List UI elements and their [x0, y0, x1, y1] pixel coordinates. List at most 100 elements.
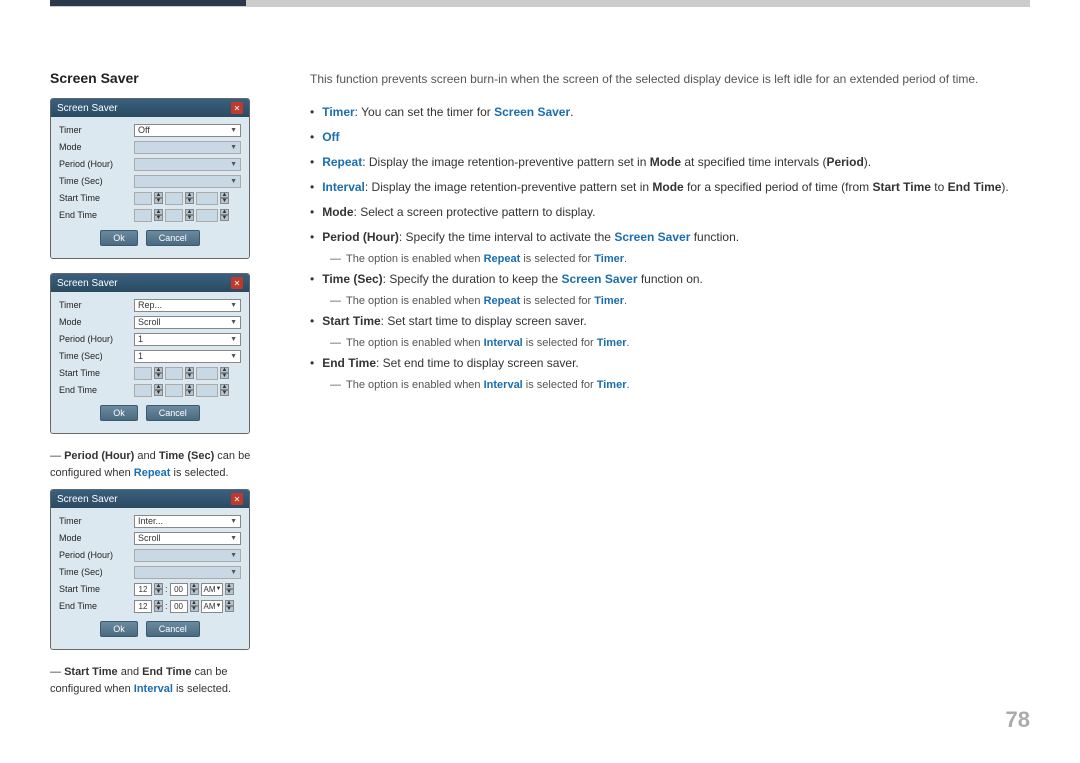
dialog-1-titlebar: Screen Saver ✕: [51, 99, 249, 117]
start-time-label: Start Time: [322, 314, 380, 328]
dialog-1-label-time: Time (Sec): [59, 176, 134, 186]
dropdown-arrow: ▼: [230, 319, 237, 326]
time-sec-label: Time (Sec): [322, 272, 382, 286]
dialog-1-row-endtime: End Time ▲ ▼ ▲ ▼: [59, 208, 241, 222]
dialog-2-label-timer: Timer: [59, 300, 134, 310]
section-title: Screen Saver: [50, 70, 270, 86]
dialog-1-cancel[interactable]: Cancel: [146, 230, 200, 246]
content-area: Screen Saver Screen Saver ✕ Timer Off ▼: [50, 70, 1030, 705]
dialog-1: Screen Saver ✕ Timer Off ▼ Mode: [50, 98, 250, 259]
d3-start-ampm[interactable]: AM▼: [201, 583, 223, 596]
dialog-2-control-timer[interactable]: Rep... ▼: [134, 299, 241, 312]
d3-end-ampm-stepper: ▲ ▼: [225, 600, 234, 613]
dialog-2-row-time: Time (Sec) 1 ▼: [59, 349, 241, 363]
mode-label: Mode: [322, 205, 353, 219]
dialog-1-ok[interactable]: Ok: [100, 230, 138, 246]
dialog-1-body: Timer Off ▼ Mode ▼ Peri: [51, 117, 249, 258]
d3-end-min[interactable]: 00: [170, 600, 188, 613]
d2-start-ampm-stepper: ▲ ▼: [220, 367, 229, 380]
dialog-2-label-time: Time (Sec): [59, 351, 134, 361]
dialog-1-control-time: ▼: [134, 175, 241, 188]
d3-end-ampm[interactable]: AM▼: [201, 600, 223, 613]
dialog-2-label-period: Period (Hour): [59, 334, 134, 344]
interval-label: Interval: [322, 180, 365, 194]
d3-start-hr-stepper: ▲ ▼: [154, 583, 163, 596]
dialog-2-row-starttime: Start Time ▲ ▼ ▲ ▼: [59, 366, 241, 380]
bullet-time-sec: Time (Sec): Specify the duration to keep…: [310, 270, 1030, 288]
left-column: Screen Saver Screen Saver ✕ Timer Off ▼: [50, 70, 270, 705]
period-label: Period (Hour): [322, 230, 399, 244]
d2-start-min-stepper: ▲ ▼: [185, 367, 194, 380]
dialog-2-row-mode: Mode Scroll ▼: [59, 315, 241, 329]
dialog-3-label-time: Time (Sec): [59, 567, 134, 577]
d3-start-hr[interactable]: 12: [134, 583, 152, 596]
dropdown-arrow: ▼: [230, 144, 237, 151]
dialog-1-row-timer: Timer Off ▼: [59, 123, 241, 137]
caption-1: — Period (Hour) and Time (Sec) can be co…: [50, 448, 270, 481]
dialog-3-control-timer[interactable]: Inter... ▼: [134, 515, 241, 528]
end-time-label: End Time: [322, 356, 376, 370]
dropdown-arrow: ▼: [230, 336, 237, 343]
caption-2: — Start Time and End Time can be configu…: [50, 664, 270, 697]
dialog-3-row-mode: Mode Scroll ▼: [59, 531, 241, 545]
dialog-2-ok[interactable]: Ok: [100, 405, 138, 421]
right-column: This function prevents screen burn-in wh…: [310, 70, 1030, 705]
d3-start-min-stepper: ▲ ▼: [190, 583, 199, 596]
d3-end-hr-down[interactable]: ▼: [154, 606, 163, 612]
dialog-1-title: Screen Saver: [57, 103, 118, 114]
d2-end-min: [165, 384, 183, 397]
start-ampm-down: ▼: [220, 198, 229, 204]
dialog-2-control-mode[interactable]: Scroll ▼: [134, 316, 241, 329]
note-start-time: The option is enabled when Interval is s…: [330, 337, 1030, 349]
bullet-list-3: Start Time: Set start time to display sc…: [310, 312, 1030, 330]
d3-start-hr-down[interactable]: ▼: [154, 589, 163, 595]
bullet-mode: Mode: Select a screen protective pattern…: [310, 203, 1030, 221]
d2-end-ampm-stepper: ▲ ▼: [220, 384, 229, 397]
repeat-label: Repeat: [322, 155, 362, 169]
dialog-3-ok[interactable]: Ok: [100, 621, 138, 637]
start-ampm-disabled: [196, 192, 218, 205]
dialog-1-control-mode: ▼: [134, 141, 241, 154]
dialog-1-label-mode: Mode: [59, 142, 134, 152]
d3-end-min-stepper: ▲ ▼: [190, 600, 199, 613]
d3-start-ampm-down[interactable]: ▼: [225, 589, 234, 595]
bullet-interval: Interval: Display the image retention-pr…: [310, 178, 1030, 196]
d3-end-min-down[interactable]: ▼: [190, 606, 199, 612]
dialog-1-row-period: Period (Hour) ▼: [59, 157, 241, 171]
dialog-2-label-endtime: End Time: [59, 385, 134, 395]
d3-end-hr[interactable]: 12: [134, 600, 152, 613]
dropdown-arrow: ▼: [230, 569, 237, 576]
d3-start-min[interactable]: 00: [170, 583, 188, 596]
start-hr-disabled: [134, 192, 152, 205]
dialog-3-row-period: Period (Hour) ▼: [59, 548, 241, 562]
dialog-2-title: Screen Saver: [57, 278, 118, 289]
start-min-stepper: ▲ ▼: [185, 192, 194, 205]
d3-start-ampm-stepper: ▲ ▼: [225, 583, 234, 596]
d3-end-ampm-down[interactable]: ▼: [225, 606, 234, 612]
end-hr-stepper: ▲ ▼: [154, 209, 163, 222]
note-time-sec: The option is enabled when Repeat is sel…: [330, 295, 1030, 307]
dropdown-arrow: ▼: [230, 552, 237, 559]
d3-start-time: 12 ▲ ▼ : 00 ▲ ▼ AM▼: [134, 583, 234, 596]
intro-text: This function prevents screen burn-in wh…: [310, 70, 1030, 89]
d2-start-hr-stepper: ▲ ▼: [154, 367, 163, 380]
dialog-1-control-period: ▼: [134, 158, 241, 171]
dialog-1-label-timer: Timer: [59, 125, 134, 135]
dialog-3-cancel[interactable]: Cancel: [146, 621, 200, 637]
dialog-2-cancel[interactable]: Cancel: [146, 405, 200, 421]
end-ampm-disabled: [196, 209, 218, 222]
dialog-3-close[interactable]: ✕: [231, 493, 243, 505]
end-min-disabled: [165, 209, 183, 222]
dialog-2-close[interactable]: ✕: [231, 277, 243, 289]
dialog-2-footer: Ok Cancel: [59, 400, 241, 427]
bullet-repeat: Repeat: Display the image retention-prev…: [310, 153, 1030, 171]
dialog-2-label-mode: Mode: [59, 317, 134, 327]
dialog-2-control-period[interactable]: 1 ▼: [134, 333, 241, 346]
dialog-3-control-mode[interactable]: Scroll ▼: [134, 532, 241, 545]
dialog-1-control-timer[interactable]: Off ▼: [134, 124, 241, 137]
top-rule: [50, 6, 1030, 7]
dialog-2-control-time[interactable]: 1 ▼: [134, 350, 241, 363]
dialog-1-close[interactable]: ✕: [231, 102, 243, 114]
dialog-2-body: Timer Rep... ▼ Mode Scroll ▼: [51, 292, 249, 433]
d3-start-min-down[interactable]: ▼: [190, 589, 199, 595]
